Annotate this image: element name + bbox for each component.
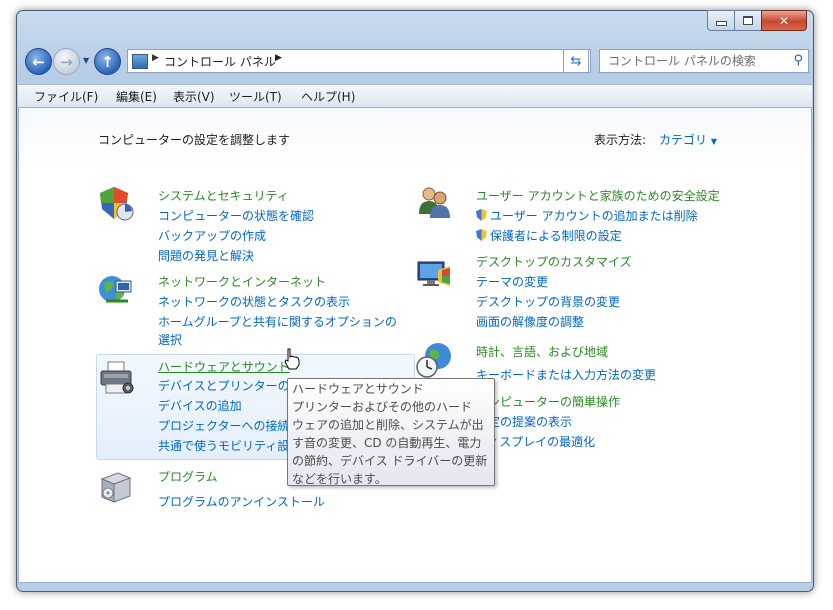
menu-edit[interactable]: 編集(E) (116, 88, 157, 105)
minimize-icon (715, 21, 727, 26)
category-clock-language-region[interactable]: 時計、言語、および地域 (476, 343, 608, 360)
link-adjust-resolution[interactable]: 画面の解像度の調整 (476, 313, 584, 330)
back-arrow-icon: ← (32, 52, 45, 71)
printer-icon (100, 361, 134, 394)
menu-view[interactable]: 表示(V) (173, 88, 215, 105)
menu-bar: ファイル(F) 編集(E) 表示(V) ツール(T) ヘルプ(H) (18, 84, 812, 108)
desktop-icon (417, 261, 450, 286)
menu-help[interactable]: ヘルプ(H) (301, 88, 355, 105)
tooltip-line: などを行います。 (292, 472, 387, 486)
back-button[interactable]: ← (25, 48, 52, 75)
view-by-label: 表示方法: (594, 133, 647, 147)
refresh-button[interactable]: ⇆ (563, 49, 589, 73)
clock-globe-icon (416, 343, 451, 378)
link-connect-projector[interactable]: プロジェクターへの接続 (158, 417, 290, 434)
title-buttons: ✕ (707, 10, 807, 31)
tooltip-title: ハードウェアとサウンド (292, 382, 424, 396)
menu-file[interactable]: ファイル(F) (34, 88, 98, 105)
link-change-theme[interactable]: テーマの変更 (476, 273, 548, 290)
close-icon: ✕ (778, 13, 790, 28)
category-network-internet[interactable]: ネットワークとインターネット (158, 273, 326, 290)
category-user-accounts[interactable]: ユーザー アカウントと家族のための安全設定 (476, 187, 720, 204)
link-add-device[interactable]: デバイスの追加 (158, 397, 242, 414)
control-panel-window: ✕ ← → ▼ ↑ ▶ コントロール パネル ▶ ▼ ⇆ ⚲ ファイル(F) 編… (16, 10, 814, 592)
close-button[interactable]: ✕ (761, 10, 807, 31)
category-programs[interactable]: プログラム (158, 468, 218, 485)
refresh-icon: ⇆ (570, 53, 582, 69)
recent-pages-dropdown[interactable]: ▼ (83, 56, 89, 65)
programs-box-icon (100, 472, 132, 503)
breadcrumb-control-panel[interactable]: コントロール パネル (164, 53, 276, 70)
page-title: コンピューターの設定を調整します (98, 133, 291, 147)
link-find-fix-problems[interactable]: 問題の発見と解決 (158, 247, 254, 264)
hardware-sound-tooltip: ハードウェアとサウンド プリンターおよびその他のハード ウェアの追加と削除、シス… (287, 378, 495, 486)
category-hardware-sound[interactable]: ハードウェアとサウンド (158, 358, 290, 375)
uac-shield-icon (476, 209, 487, 221)
globe-network-icon (99, 276, 132, 303)
category-desktop-customization[interactable]: デスクトップのカスタマイズ (476, 253, 632, 270)
breadcrumb-arrow-icon[interactable]: ▶ (275, 53, 282, 63)
link-change-background[interactable]: デスクトップの背景の変更 (476, 293, 620, 310)
tooltip-line: ウェアの追加と削除、システムが出 (292, 418, 484, 432)
maximize-button[interactable] (734, 10, 761, 31)
maximize-icon (743, 16, 753, 25)
link-create-backup[interactable]: バックアップの作成 (158, 227, 266, 244)
view-by-dropdown[interactable]: カテゴリ ▼ (659, 131, 717, 148)
category-ease-of-access[interactable]: コンピューターの簡単操作 (476, 393, 620, 410)
link-change-keyboard[interactable]: キーボードまたは入力方法の変更 (476, 366, 656, 383)
shield-icon (100, 187, 134, 221)
breadcrumb-arrow-icon[interactable]: ▶ (152, 53, 159, 63)
search-icon[interactable]: ⚲ (793, 53, 803, 68)
category-system-security[interactable]: システムとセキュリティ (158, 187, 289, 204)
uac-shield-icon (476, 229, 487, 241)
forward-arrow-icon: → (60, 52, 73, 71)
tooltip-line: プリンターおよびその他のハード (292, 400, 473, 414)
up-arrow-icon: ↑ (101, 52, 114, 71)
hand-cursor-icon (284, 348, 300, 370)
forward-button[interactable]: → (53, 48, 80, 75)
content-area: コンピューターの設定を調整します 表示方法: カテゴリ ▼ システムとセキュリテ… (18, 107, 812, 583)
link-check-computer-status[interactable]: コンピューターの状態を確認 (158, 207, 314, 224)
up-button[interactable]: ↑ (94, 48, 121, 75)
users-icon (419, 187, 450, 218)
search-box[interactable]: ⚲ (599, 49, 809, 73)
link-add-remove-user[interactable]: ユーザー アカウントの追加または削除 (476, 207, 698, 224)
link-homegroup-options[interactable]: ホームグループと共有に関するオプションの (158, 313, 397, 330)
search-input[interactable] (606, 53, 786, 69)
link-homegroup-options-cont[interactable]: 選択 (158, 331, 182, 348)
chevron-down-icon: ▼ (710, 137, 717, 146)
minimize-button[interactable] (707, 10, 734, 31)
link-parental-controls[interactable]: 保護者による制限の設定 (476, 227, 622, 244)
link-uninstall-program[interactable]: プログラムのアンインストール (158, 493, 325, 510)
link-network-status[interactable]: ネットワークの状態とタスクの表示 (158, 293, 350, 310)
control-panel-icon (132, 54, 148, 69)
navigation-bar: ← → ▼ ↑ ▶ コントロール パネル ▶ ▼ ⇆ ⚲ (23, 47, 809, 77)
tooltip-line: す音の変更、CD の自動再生、電力 (292, 436, 482, 450)
address-bar[interactable]: ▶ コントロール パネル ▶ ▼ (127, 49, 591, 73)
tooltip-line: の節約、デバイス ドライバーの更新 (292, 454, 488, 468)
menu-tools[interactable]: ツール(T) (229, 88, 282, 105)
